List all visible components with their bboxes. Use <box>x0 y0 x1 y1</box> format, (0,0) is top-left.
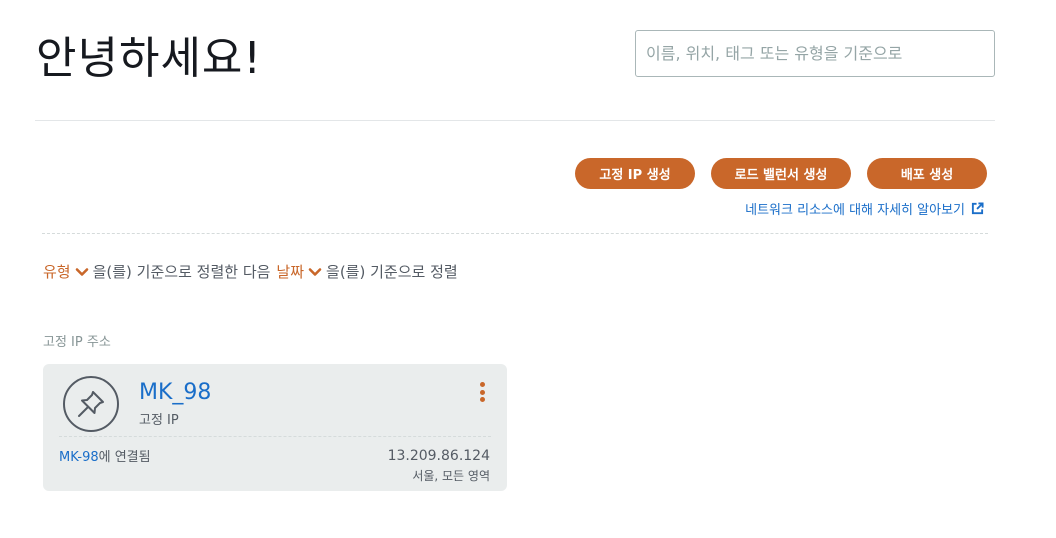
attached-instance-link[interactable]: MK-98 <box>59 450 99 465</box>
chevron-down-icon <box>75 267 88 276</box>
sort-text-primary: 을(를) 기준으로 정렬한 다음 <box>92 263 271 281</box>
more-options-icon[interactable] <box>477 382 487 402</box>
sort-key-primary[interactable]: 유형 <box>43 261 93 282</box>
region-label: 서울, 모든 영역 <box>412 469 490 483</box>
sort-key-secondary[interactable]: 날짜 <box>276 261 326 282</box>
chevron-down-icon <box>308 267 322 276</box>
attached-suffix: 에 연결됨 <box>98 450 151 465</box>
search-input[interactable] <box>635 30 995 77</box>
learn-more-label: 네트워크 리소스에 대해 자세히 알아보기 <box>745 203 965 218</box>
learn-more-link[interactable]: 네트워크 리소스에 대해 자세히 알아보기 <box>745 199 984 218</box>
create-static-ip-button[interactable]: 고정 IP 생성 <box>575 158 695 189</box>
create-distribution-button[interactable]: 배포 생성 <box>867 158 987 189</box>
page-greeting: 안녕하세요! <box>36 33 263 84</box>
static-ip-card[interactable]: MK_98 고정 IP MK-98에 연결됨 13.209.86.124 서울,… <box>43 364 507 491</box>
sort-key-primary-label: 유형 <box>43 263 71 281</box>
sort-key-secondary-label: 날짜 <box>276 263 305 281</box>
create-load-balancer-button[interactable]: 로드 밸런서 생성 <box>711 158 851 189</box>
sort-text-secondary: 을(를) 기준으로 정렬 <box>326 263 458 281</box>
external-link-icon <box>971 202 984 215</box>
section-title-static-ips: 고정 IP 주소 <box>43 335 111 350</box>
static-ip-type: 고정 IP <box>139 413 179 428</box>
header-divider <box>35 120 995 121</box>
attached-instance-info: MK-98에 연결됨 <box>59 446 151 465</box>
static-ip-name-link[interactable]: MK_98 <box>139 380 211 405</box>
actions-divider <box>42 233 988 234</box>
sort-controls: 유형 을(를) 기준으로 정렬한 다음 날짜 을(를) 기준으로 정렬 <box>43 261 458 282</box>
ip-address: 13.209.86.124 <box>387 448 490 464</box>
card-divider <box>59 436 491 437</box>
pin-icon <box>63 376 119 432</box>
